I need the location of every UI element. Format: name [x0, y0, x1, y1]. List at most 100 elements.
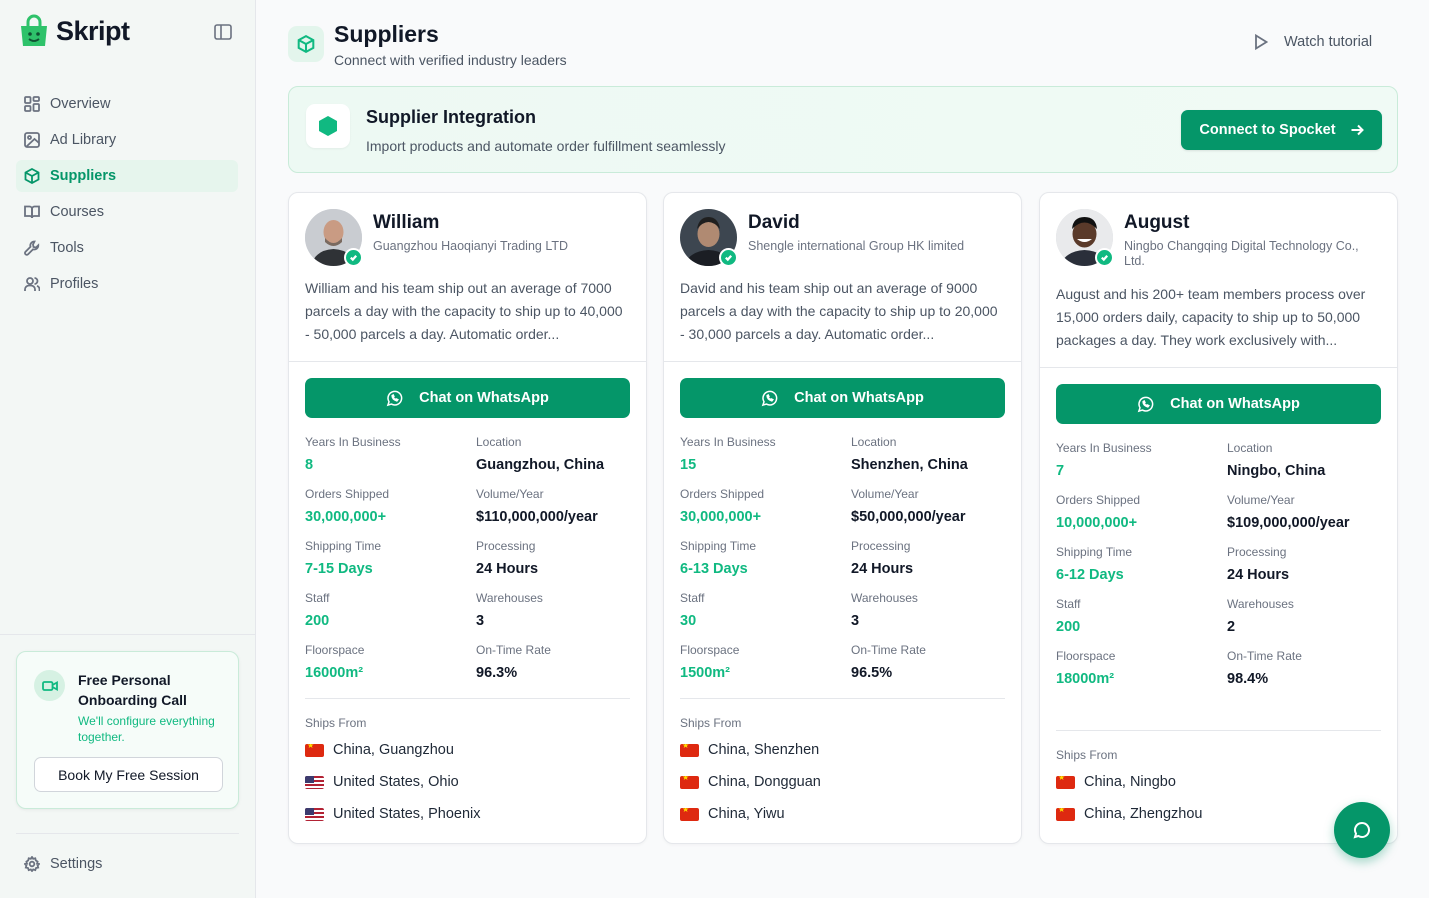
ships-from-location: China, Shenzhen — [708, 742, 820, 758]
stat-years: Years In Business 15 — [680, 435, 845, 473]
supplier-name: William — [373, 212, 440, 233]
stat-staff: Staff 200 — [305, 591, 470, 629]
book-session-button[interactable]: Book My Free Session — [34, 757, 223, 792]
stat-warehouses: Warehouses 3 — [851, 591, 1016, 629]
grid-icon — [24, 96, 40, 112]
china-flag-icon — [680, 743, 699, 757]
ships-from-label: Ships From — [305, 716, 367, 730]
ships-from-location: China, Ningbo — [1084, 774, 1176, 790]
stat-processing: Processing 24 Hours — [476, 539, 641, 577]
stat-value: 30,000,000+ — [305, 509, 387, 525]
stat-label: Shipping Time — [305, 539, 382, 553]
stat-label: Processing — [476, 539, 536, 553]
china-flag-icon — [680, 775, 699, 789]
sidebar-toggle-icon[interactable] — [214, 24, 232, 40]
stat-volume: Volume/Year $109,000,000/year — [1227, 493, 1392, 531]
stat-label: Staff — [305, 591, 330, 605]
stat-label: Processing — [851, 539, 911, 553]
connect-spocket-label: Connect to Spocket — [1199, 122, 1336, 138]
stat-value: $50,000,000/year — [851, 509, 966, 525]
sidebar-divider — [0, 634, 255, 635]
china-flag-icon — [1056, 775, 1075, 789]
ships-from-item: China, Dongguan — [680, 774, 821, 790]
stat-label: Years In Business — [1056, 441, 1152, 455]
play-icon — [1255, 34, 1268, 50]
sidebar-item-tools[interactable]: Tools — [16, 232, 238, 264]
wrench-icon — [24, 240, 40, 256]
stat-label: Location — [1227, 441, 1273, 455]
supplier-description: William and his team ship out an average… — [305, 280, 623, 342]
ships-from-location: China, Guangzhou — [333, 742, 454, 758]
stat-value: 200 — [305, 613, 330, 629]
supplier-avatar — [680, 209, 738, 267]
onboarding-card: Free Personal Onboarding Call We'll conf… — [16, 651, 239, 809]
ships-from-item: China, Guangzhou — [305, 742, 454, 758]
chat-support-button[interactable] — [1334, 802, 1390, 858]
stat-volume: Volume/Year $110,000,000/year — [476, 487, 641, 525]
stat-floorspace: Floorspace 1500m² — [680, 643, 845, 681]
sidebar-item-courses[interactable]: Courses — [16, 196, 238, 228]
book-icon — [24, 205, 40, 219]
whatsapp-label: Chat on WhatsApp — [1170, 396, 1300, 412]
stat-value: 30,000,000+ — [680, 509, 762, 525]
stat-label: On-Time Rate — [476, 643, 551, 657]
divider — [289, 361, 646, 362]
supplier-description: David and his team ship out an average o… — [680, 280, 998, 342]
connect-spocket-button[interactable]: Connect to Spocket — [1181, 110, 1382, 150]
whatsapp-icon — [1137, 396, 1154, 412]
watch-tutorial-button[interactable]: Watch tutorial — [1254, 34, 1372, 50]
supplier-company: Ningbo Changqing Digital Technology Co.,… — [1124, 239, 1359, 268]
ships-from-label: Ships From — [1056, 748, 1118, 762]
stat-label: Processing — [1227, 545, 1287, 559]
stat-value: 10,000,000+ — [1056, 515, 1138, 531]
stat-label: Location — [476, 435, 522, 449]
whatsapp-chat-button[interactable]: Chat on WhatsApp — [1056, 384, 1381, 424]
box-icon — [24, 168, 40, 184]
stat-label: Warehouses — [476, 591, 543, 605]
whatsapp-chat-button[interactable]: Chat on WhatsApp — [680, 378, 1005, 418]
supplier-name: August — [1124, 212, 1190, 233]
ships-from-item: China, Ningbo — [1056, 774, 1176, 790]
stat-value: 200 — [1056, 619, 1081, 635]
us-flag-icon — [305, 807, 324, 821]
stat-label: Orders Shipped — [680, 487, 765, 501]
sidebar-item-label: Suppliers — [50, 168, 117, 184]
whatsapp-icon — [761, 390, 778, 406]
stat-value: $109,000,000/year — [1227, 515, 1350, 531]
stat-ontime: On-Time Rate 98.4% — [1227, 649, 1392, 687]
whatsapp-chat-button[interactable]: Chat on WhatsApp — [305, 378, 630, 418]
verified-badge-icon — [1095, 248, 1114, 267]
sidebar-nav: Overview Ad Library Suppliers Courses To… — [16, 88, 238, 304]
stat-years: Years In Business 8 — [305, 435, 470, 473]
stat-value: 3 — [851, 613, 860, 629]
stat-value: 2 — [1227, 619, 1236, 635]
sidebar-item-ad-library[interactable]: Ad Library — [16, 124, 238, 156]
sidebar-item-suppliers[interactable]: Suppliers — [16, 160, 238, 192]
sidebar-item-profiles[interactable]: Profiles — [16, 268, 238, 300]
stat-value: $110,000,000/year — [476, 509, 598, 525]
sidebar-item-settings[interactable]: Settings — [24, 856, 102, 872]
ships-from-location: United States, Phoenix — [333, 806, 481, 822]
stat-value: 7 — [1056, 463, 1065, 479]
stat-warehouses: Warehouses 2 — [1227, 597, 1392, 635]
stat-label: Shipping Time — [680, 539, 757, 553]
supplier-card: William Guangzhou Haoqianyi Trading LTD … — [288, 192, 647, 844]
supplier-name: David — [748, 212, 800, 233]
stat-label: Warehouses — [851, 591, 918, 605]
stat-label: Years In Business — [305, 435, 401, 449]
brand[interactable]: Skript — [18, 14, 130, 48]
stat-value: Shenzhen, China — [851, 457, 968, 473]
sidebar-item-label: Courses — [50, 204, 104, 220]
ships-from-item: United States, Ohio — [305, 774, 459, 790]
stat-staff: Staff 30 — [680, 591, 845, 629]
stat-value: 16000m² — [305, 665, 364, 681]
stat-value: 7-15 Days — [305, 561, 373, 577]
sidebar-item-overview[interactable]: Overview — [16, 88, 238, 120]
supplier-avatar — [1056, 209, 1114, 267]
brand-name: Skript — [56, 15, 130, 46]
supplier-description: August and his 200+ team members process… — [1056, 286, 1366, 348]
stat-value: 1500m² — [680, 665, 730, 681]
watch-tutorial-label: Watch tutorial — [1284, 34, 1373, 50]
divider — [1056, 730, 1381, 731]
ships-from-location: United States, Ohio — [333, 774, 459, 790]
